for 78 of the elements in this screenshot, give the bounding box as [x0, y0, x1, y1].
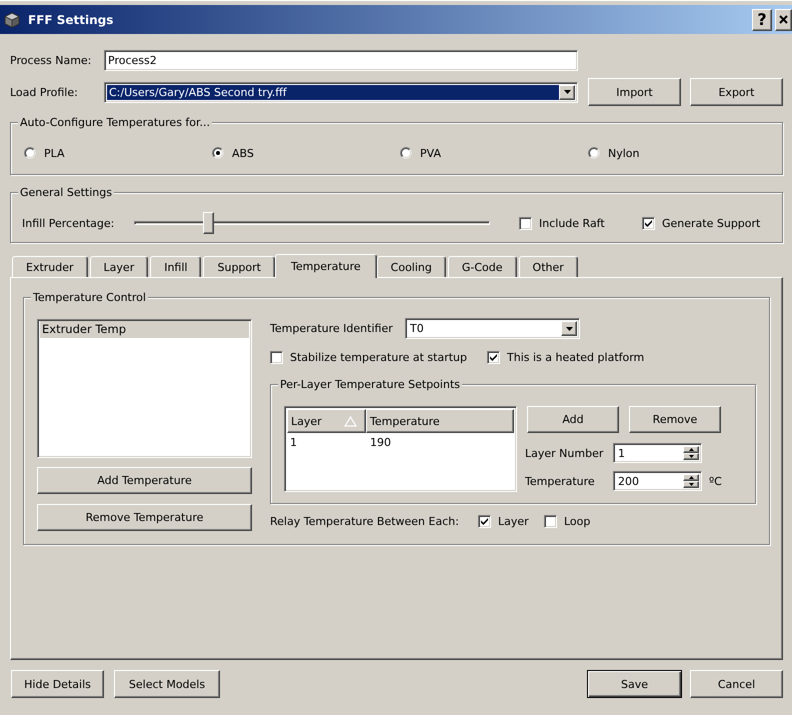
add-temperature-button[interactable]: Add Temperature [37, 467, 252, 494]
window-title: FFF Settings [28, 12, 114, 26]
group-title: Per-Layer Temperature Setpoints [278, 378, 462, 391]
infill-slider[interactable] [134, 212, 490, 234]
radio-button[interactable] [588, 147, 600, 159]
tab[interactable]: G-Code [448, 256, 517, 277]
checkbox-label: Loop [564, 514, 590, 528]
hide-details-button[interactable]: Hide Details [11, 670, 104, 698]
sort-ascending-icon [344, 416, 357, 426]
close-button[interactable] [775, 8, 792, 30]
tab[interactable]: Layer [90, 256, 148, 277]
layer-number-label: Layer Number [525, 446, 604, 460]
group-title: Auto-Configure Temperatures for... [18, 116, 212, 129]
radio-label: PLA [44, 146, 65, 160]
checkbox[interactable] [642, 216, 655, 230]
column-header[interactable]: Layer [287, 409, 366, 433]
profile-dropdown[interactable]: C:/Users/Gary/ABS Second try.fff [104, 82, 578, 102]
import-button[interactable]: Import [588, 78, 681, 106]
checkbox-label: Layer [498, 514, 529, 528]
checkbox-label: Generate Support [662, 216, 760, 230]
close-icon [779, 15, 788, 24]
checkbox[interactable] [544, 514, 557, 528]
radio-label: ABS [232, 146, 254, 160]
radio-dot-icon [216, 151, 220, 155]
checkmark-icon [645, 220, 652, 226]
tab[interactable]: Support [203, 256, 275, 277]
column-header[interactable]: Temperature [366, 409, 514, 433]
cancel-button[interactable]: Cancel [690, 670, 783, 698]
tab[interactable]: Infill [150, 256, 202, 277]
add-setpoint-button[interactable]: Add [527, 406, 619, 433]
table-cell-text: 1 [289, 436, 298, 448]
group-title: Temperature Control [31, 291, 148, 304]
help-button[interactable]: ? [752, 8, 772, 30]
table-cell-text: 190 [369, 436, 391, 448]
slider-thumb[interactable] [203, 212, 214, 234]
checkbox[interactable] [478, 514, 491, 528]
radio-button[interactable] [24, 147, 36, 159]
spin-down-icon[interactable] [683, 481, 699, 488]
infill-label: Infill Percentage: [22, 216, 116, 230]
select-models-button[interactable]: Select Models [114, 670, 220, 698]
temperature-spinbox[interactable]: 200 [613, 471, 702, 491]
temperature-label: Temperature [525, 474, 596, 488]
save-button[interactable]: Save [587, 670, 682, 698]
tab[interactable]: Extruder [12, 256, 88, 277]
spin-down-icon[interactable] [683, 453, 699, 460]
remove-temperature-button[interactable]: Remove Temperature [37, 504, 252, 531]
process-name-field[interactable]: Process2 [104, 50, 578, 71]
process-name-label: Process Name: [10, 54, 92, 67]
list-item[interactable]: Extruder Temp [40, 321, 249, 338]
radio-label: Nylon [608, 146, 640, 160]
checkbox[interactable] [487, 350, 500, 364]
tab[interactable]: Other [518, 256, 578, 277]
radio-button[interactable] [400, 147, 412, 159]
relay-label: Relay Temperature Between Each: [270, 514, 460, 528]
tab[interactable]: Cooling [376, 256, 446, 277]
export-button[interactable]: Export [690, 78, 783, 106]
caret-down-icon[interactable] [561, 321, 577, 336]
layer-number-spinbox[interactable]: 1 [613, 443, 702, 463]
spin-up-icon[interactable] [683, 474, 699, 481]
group-title: General Settings [18, 186, 114, 199]
checkmark-icon [490, 354, 497, 360]
spin-up-icon[interactable] [683, 446, 699, 453]
tab[interactable]: Temperature [274, 254, 377, 278]
identifier-label: Temperature Identifier [270, 322, 394, 335]
radio-button[interactable] [212, 147, 224, 159]
load-profile-label: Load Profile: [10, 86, 79, 98]
checkmark-icon [481, 518, 488, 524]
checkbox[interactable] [270, 350, 283, 364]
checkbox-label: This is a heated platform [507, 350, 644, 364]
identifier-dropdown[interactable]: T0 [405, 318, 580, 339]
unit-label: ºC [709, 474, 722, 488]
caret-down-icon[interactable] [559, 84, 575, 100]
checkbox[interactable] [519, 216, 532, 230]
remove-setpoint-button[interactable]: Remove [629, 406, 721, 433]
cube-icon [4, 12, 20, 28]
checkbox-label: Stabilize temperature at startup [290, 350, 467, 364]
radio-label: PVA [420, 146, 441, 160]
checkbox-label: Include Raft [539, 216, 605, 230]
